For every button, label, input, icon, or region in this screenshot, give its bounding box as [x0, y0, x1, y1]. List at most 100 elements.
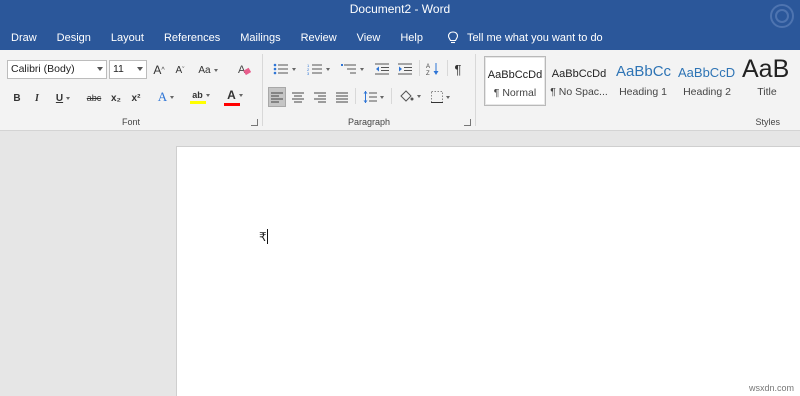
- sort-button[interactable]: AZ: [424, 60, 442, 78]
- tell-me-box[interactable]: Tell me what you want to do: [433, 31, 603, 45]
- align-center-icon: [292, 92, 304, 102]
- tell-me-text: Tell me what you want to do: [466, 32, 603, 44]
- style-name: Title: [757, 86, 777, 98]
- svg-text:A: A: [426, 64, 430, 70]
- svg-text:Z: Z: [426, 71, 430, 76]
- paint-bucket-icon: [399, 90, 413, 102]
- bullets-button[interactable]: [269, 60, 299, 78]
- window-title: Document2 - Word: [349, 2, 451, 16]
- font-group-label: Font: [121, 117, 140, 127]
- subscript-button[interactable]: x₂: [108, 89, 124, 107]
- show-formatting-button[interactable]: ¶: [451, 60, 465, 78]
- superscript-icon: x²: [131, 92, 141, 104]
- superscript-button[interactable]: x²: [128, 89, 144, 107]
- tab-help[interactable]: Help: [390, 32, 433, 44]
- clear-formatting-button[interactable]: A: [236, 60, 252, 78]
- tab-review[interactable]: Review: [291, 32, 347, 44]
- change-case-icon: Aa: [198, 64, 211, 76]
- divider: [419, 60, 420, 76]
- style-name: Heading 2: [683, 86, 731, 98]
- style-name: Heading 1: [619, 86, 667, 98]
- paragraph-group: 1 2 3 A Z ¶ Paragraph: [263, 50, 475, 130]
- divider: [355, 88, 356, 104]
- font-size-value: 11: [113, 63, 124, 75]
- chevron-down-icon[interactable]: [137, 67, 143, 71]
- change-case-button[interactable]: Aa: [197, 61, 219, 79]
- bullets-icon: [273, 63, 288, 75]
- clear-formatting-icon: A: [238, 64, 251, 76]
- grow-font-button[interactable]: A ^: [152, 61, 166, 79]
- align-right-button[interactable]: [312, 88, 328, 106]
- tab-mailings[interactable]: Mailings: [230, 32, 290, 44]
- text-effects-button[interactable]: A: [153, 88, 179, 106]
- strikethrough-icon: abc: [86, 93, 102, 103]
- highlight-button[interactable]: ab: [186, 88, 216, 106]
- numbering-button[interactable]: 1 2 3: [303, 60, 333, 78]
- sort-icon: AZ: [426, 63, 439, 76]
- increase-indent-button[interactable]: [396, 60, 414, 78]
- font-color-icon: A: [227, 88, 236, 102]
- ribbon-tabs: Draw Design Layout References Mailings R…: [0, 28, 603, 48]
- numbering-icon: 1 2 3: [307, 63, 322, 75]
- watermark-logo-icon: [770, 4, 794, 28]
- italic-button[interactable]: I: [30, 89, 44, 107]
- chevron-down-icon[interactable]: [97, 67, 103, 71]
- font-name-box[interactable]: Calibri (Body): [7, 60, 107, 79]
- ribbon: Calibri (Body) 11 A ^ Aˇ Aa A B I U abc …: [0, 50, 800, 131]
- style-sample: AaBbCc: [616, 63, 672, 80]
- style-sample: AaB: [742, 56, 790, 83]
- tab-layout[interactable]: Layout: [101, 32, 154, 44]
- watermark-text: wsxdn.com: [748, 383, 794, 393]
- line-spacing-icon: [363, 91, 377, 103]
- style-sample: AaBbCcD: [678, 65, 736, 80]
- align-center-button[interactable]: [290, 88, 306, 106]
- bold-button[interactable]: B: [10, 89, 24, 107]
- style-name: ¶ No Spac...: [550, 86, 608, 98]
- line-spacing-button[interactable]: [359, 88, 387, 106]
- decrease-indent-icon: [375, 63, 389, 75]
- multilevel-list-button[interactable]: [337, 60, 367, 78]
- tab-design[interactable]: Design: [47, 32, 101, 44]
- tab-references[interactable]: References: [154, 32, 230, 44]
- borders-button[interactable]: [426, 88, 454, 106]
- italic-icon: I: [35, 92, 39, 104]
- paragraph-group-label: Paragraph: [347, 117, 391, 127]
- justify-button[interactable]: [334, 88, 350, 106]
- font-name-value: Calibri (Body): [11, 63, 75, 75]
- document-page[interactable]: ₹: [176, 146, 800, 396]
- styles-group: AaBbCcDd ¶ Normal AaBbCcDd ¶ No Spac... …: [476, 50, 800, 130]
- style-sample: AaBbCcDd: [551, 68, 607, 80]
- style-name: ¶ Normal: [493, 87, 537, 99]
- tab-view[interactable]: View: [347, 32, 391, 44]
- style-heading-1[interactable]: AaBbCc Heading 1: [612, 56, 674, 106]
- highlighter-icon: ab: [192, 90, 203, 100]
- align-right-icon: [314, 92, 326, 102]
- text-caret: [267, 229, 268, 244]
- strikethrough-button[interactable]: abc: [84, 89, 104, 107]
- underline-button[interactable]: U: [52, 89, 74, 107]
- style-title[interactable]: AaB Title: [738, 56, 796, 106]
- font-color-button[interactable]: A: [221, 88, 249, 106]
- align-left-icon: [271, 92, 283, 102]
- font-size-box[interactable]: 11: [109, 60, 147, 79]
- shrink-font-icon: A: [175, 64, 183, 76]
- style-no-spacing[interactable]: AaBbCcDd ¶ No Spac...: [548, 56, 610, 106]
- subscript-icon: x₂: [110, 92, 121, 104]
- bold-icon: B: [13, 92, 21, 104]
- align-left-button[interactable]: [268, 87, 286, 107]
- style-heading-2[interactable]: AaBbCcD Heading 2: [676, 56, 738, 106]
- paragraph-dialog-launcher-icon[interactable]: [464, 119, 471, 126]
- multilevel-list-icon: [340, 64, 356, 74]
- tab-draw[interactable]: Draw: [0, 32, 47, 44]
- divider: [391, 88, 392, 104]
- svg-text:3: 3: [307, 71, 310, 75]
- increase-indent-icon: [398, 63, 412, 75]
- title-bar: Document2 - Word Draw Design Layout Refe…: [0, 0, 800, 50]
- highlight-color-bar: [190, 101, 206, 104]
- shading-button[interactable]: [396, 87, 422, 105]
- decrease-indent-button[interactable]: [373, 60, 391, 78]
- font-dialog-launcher-icon[interactable]: [251, 119, 258, 126]
- shrink-font-button[interactable]: Aˇ: [173, 61, 187, 79]
- style-normal[interactable]: AaBbCcDd ¶ Normal: [484, 56, 546, 106]
- text-effects-icon: A: [157, 89, 168, 104]
